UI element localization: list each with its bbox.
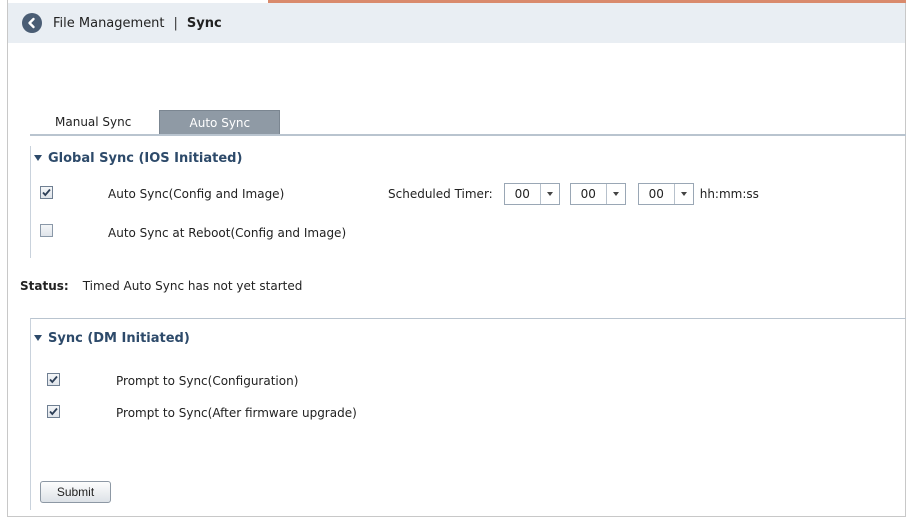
breadcrumb: File Management | Sync xyxy=(8,3,905,43)
auto-sync-label: Auto Sync(Config and Image) xyxy=(108,187,285,201)
chevron-down-icon xyxy=(607,184,625,204)
prompt-firmware-checkbox[interactable] xyxy=(47,405,60,418)
timer-minutes-value: 00 xyxy=(571,184,607,204)
reboot-sync-label: Auto Sync at Reboot(Config and Image) xyxy=(108,226,347,240)
prompt-firmware-label-row: Prompt to Sync(After firmware upgrade) xyxy=(116,406,357,420)
tab-manual-sync[interactable]: Manual Sync xyxy=(55,110,145,134)
submit-button[interactable]: Submit xyxy=(40,481,111,503)
scheduled-timer-label: Scheduled Timer: xyxy=(388,187,493,201)
reboot-sync-label-row: Auto Sync at Reboot(Config and Image) xyxy=(108,226,346,240)
auto-sync-checkbox[interactable] xyxy=(40,186,53,199)
dm-sync-title: Sync (DM Initiated) xyxy=(48,330,190,346)
chevron-down-icon xyxy=(675,184,693,204)
status-text: Timed Auto Sync has not yet started xyxy=(82,279,303,293)
breadcrumb-parent[interactable]: File Management xyxy=(53,16,165,31)
status-line: Status: Timed Auto Sync has not yet star… xyxy=(20,279,302,293)
prompt-firmware-label: Prompt to Sync(After firmware upgrade) xyxy=(116,406,357,420)
scheduled-timer: Scheduled Timer: 00 00 00 hh:mm:ss xyxy=(388,183,759,205)
timer-seconds-select[interactable]: 00 xyxy=(637,183,694,205)
collapse-triangle-icon xyxy=(34,155,42,161)
reboot-sync-checkbox[interactable] xyxy=(40,224,53,237)
timer-hours-select[interactable]: 00 xyxy=(503,183,560,205)
tab-auto-sync[interactable]: Auto Sync xyxy=(159,110,281,134)
tab-bar: Manual Sync Auto Sync xyxy=(55,108,281,134)
prompt-config-label-row: Prompt to Sync(Configuration) xyxy=(116,374,298,388)
timer-seconds-value: 00 xyxy=(639,184,675,204)
collapse-triangle-icon xyxy=(34,335,42,341)
timer-minutes-select[interactable]: 00 xyxy=(569,183,626,205)
reboot-sync-row xyxy=(40,224,53,237)
prompt-firmware-row xyxy=(47,405,60,418)
auto-sync-label-row: Auto Sync(Config and Image) xyxy=(108,187,284,201)
prompt-config-row xyxy=(47,373,60,386)
prompt-config-checkbox[interactable] xyxy=(47,373,60,386)
breadcrumb-separator: | xyxy=(173,15,178,31)
prompt-config-label: Prompt to Sync(Configuration) xyxy=(116,374,299,388)
tab-divider xyxy=(30,134,906,136)
global-sync-header[interactable]: Global Sync (IOS Initiated) xyxy=(31,146,906,170)
chevron-down-icon xyxy=(541,184,559,204)
timer-hours-value: 00 xyxy=(505,184,541,204)
auto-sync-row xyxy=(40,186,53,199)
back-arrow-icon[interactable] xyxy=(22,13,42,33)
status-label: Status: xyxy=(20,279,69,293)
global-sync-title: Global Sync (IOS Initiated) xyxy=(48,150,243,166)
timer-format-label: hh:mm:ss xyxy=(699,187,759,201)
dm-sync-header[interactable]: Sync (DM Initiated) xyxy=(31,326,906,350)
page-title: Sync xyxy=(186,15,222,31)
